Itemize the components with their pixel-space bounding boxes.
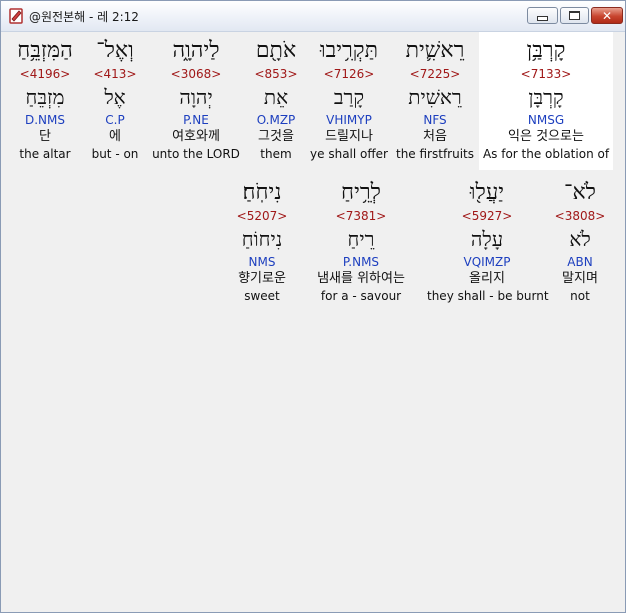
- korean-gloss: 그것을: [258, 129, 294, 144]
- english-gloss: for a - savour: [320, 289, 402, 303]
- app-window: @원전본해 - 레 2:12 ✕ קָרְבַּ֥ן <7133> קָרְבָ…: [0, 0, 626, 613]
- english-gloss: they shall - be burnt: [427, 289, 549, 303]
- strong-number[interactable]: <4196>: [7, 66, 83, 82]
- lexical-form: עָלָה: [470, 227, 504, 251]
- morphology-code[interactable]: C.P: [87, 112, 143, 128]
- hebrew-word: תַּקְרִ֥יבוּ: [320, 38, 378, 63]
- korean-gloss: 향기로운: [238, 271, 286, 286]
- strong-number[interactable]: <7126>: [309, 66, 389, 82]
- korean-gloss: 말지며: [562, 271, 598, 286]
- strong-number[interactable]: <3068>: [151, 66, 241, 82]
- english-gloss: unto the LORD: [152, 147, 240, 161]
- verse-row-2: לֹא־ <3808> לֹא ABN 말지며 not יַעֲל֖וּ <59…: [3, 174, 623, 314]
- hebrew-word: לֹא־: [564, 180, 596, 205]
- word-cell[interactable]: יַעֲל֖וּ <5927> עָלָה VQIMZP 올리지 they sh…: [427, 174, 549, 312]
- maximize-button[interactable]: [560, 7, 589, 24]
- strong-number[interactable]: <5927>: [427, 208, 547, 224]
- korean-gloss: 에: [109, 129, 121, 144]
- hebrew-word: לְרֵ֥יחַ: [341, 180, 381, 205]
- strong-number[interactable]: <853>: [247, 66, 305, 82]
- lexical-form: אֶל: [104, 85, 126, 109]
- strong-number[interactable]: <5207>: [227, 208, 297, 224]
- korean-gloss: 올리지: [469, 271, 505, 286]
- hebrew-word: אֹתָ֖ם: [255, 38, 297, 63]
- hebrew-word: הַמִּזְבֵּ֥חַ: [17, 38, 73, 63]
- morphology-code[interactable]: NFS: [395, 112, 475, 128]
- korean-gloss: 드릴지나: [325, 129, 373, 144]
- english-gloss: the altar: [19, 147, 71, 161]
- lexical-form: אֵת: [263, 85, 289, 109]
- korean-gloss: 여호와께: [172, 129, 220, 144]
- hebrew-word: לַיהוָ֑ה: [172, 38, 220, 63]
- strong-number[interactable]: <413>: [87, 66, 143, 82]
- lexical-form: נִיחוֹחַ: [241, 227, 283, 251]
- korean-gloss: 냄새를 위하여는: [317, 271, 405, 286]
- english-gloss: As for the oblation of: [482, 147, 610, 161]
- lexical-form: לֹא: [569, 227, 591, 251]
- morphology-code[interactable]: ABN: [549, 254, 611, 270]
- strong-number[interactable]: <7225>: [395, 66, 475, 82]
- hebrew-word: וְאֶל־: [96, 38, 134, 63]
- hebrew-word: רֵאשִׁ֛ית: [405, 38, 465, 63]
- strong-number[interactable]: <3808>: [549, 208, 611, 224]
- english-gloss: sweet: [244, 289, 280, 303]
- lexical-form: קָרְבָּן: [528, 85, 564, 109]
- close-icon: ✕: [601, 8, 613, 23]
- word-cell[interactable]: אֹתָ֖ם <853> אֵת O.MZP 그것을 them: [247, 32, 305, 170]
- english-gloss: the firstfruits: [395, 147, 474, 161]
- english-gloss: but - on: [91, 147, 139, 161]
- morphology-code[interactable]: NMS: [227, 254, 297, 270]
- window-title: @원전본해 - 레 2:12: [29, 10, 139, 24]
- hebrew-word: נִיחֹֽחַ׃: [242, 180, 282, 205]
- lexical-form: רֵיחַ: [347, 227, 375, 251]
- lexical-form: יְהוָה: [179, 85, 213, 109]
- lexical-form: קָרַב: [333, 85, 365, 109]
- english-gloss: not: [570, 289, 590, 303]
- interlinear-view: קָרְבַּ֥ן <7133> קָרְבָּן NMSG 익은 것으로는 A…: [3, 32, 623, 610]
- minimize-icon: [537, 15, 548, 21]
- english-gloss: ye shall offer: [310, 147, 388, 161]
- word-cell[interactable]: רֵאשִׁ֛ית <7225> רֵאשִׁית NFS 처음 the fir…: [395, 32, 475, 170]
- morphology-code[interactable]: P.NMS: [303, 254, 419, 270]
- verse-row-1: קָרְבַּ֥ן <7133> קָרְבָּן NMSG 익은 것으로는 A…: [3, 32, 623, 172]
- morphology-code[interactable]: VHIMYP: [309, 112, 389, 128]
- minimize-button[interactable]: [527, 7, 558, 24]
- hebrew-word: יַעֲל֖וּ: [469, 180, 505, 205]
- lexical-form: מִזְבֵּחַ: [25, 85, 65, 109]
- morphology-code[interactable]: NMSG: [479, 112, 613, 128]
- word-cell[interactable]: קָרְבַּ֥ן <7133> קָרְבָּן NMSG 익은 것으로는 A…: [479, 32, 613, 170]
- word-cell[interactable]: וְאֶל־ <413> אֶל C.P 에 but - on: [87, 32, 143, 170]
- morphology-code[interactable]: VQIMZP: [427, 254, 547, 270]
- korean-gloss: 처음: [423, 129, 447, 144]
- app-icon: [9, 8, 23, 24]
- english-gloss: them: [260, 147, 292, 161]
- word-cell[interactable]: לֹא־ <3808> לֹא ABN 말지며 not: [549, 174, 611, 312]
- strong-number[interactable]: <7133>: [479, 66, 613, 82]
- close-button[interactable]: ✕: [591, 7, 623, 24]
- hebrew-word: קָרְבַּ֥ן: [526, 38, 566, 63]
- korean-gloss: 단: [39, 129, 51, 144]
- title-bar[interactable]: @원전본해 - 레 2:12 ✕: [1, 1, 625, 32]
- word-cell[interactable]: לְרֵ֥יחַ <7381> רֵיחַ P.NMS 냄새를 위하여는 for…: [303, 174, 419, 312]
- strong-number[interactable]: <7381>: [303, 208, 419, 224]
- morphology-code[interactable]: P.NE: [151, 112, 241, 128]
- morphology-code[interactable]: D.NMS: [7, 112, 83, 128]
- word-cell[interactable]: לַיהוָ֑ה <3068> יְהוָה P.NE 여호와께 unto th…: [151, 32, 241, 170]
- word-cell[interactable]: נִיחֹֽחַ׃ <5207> נִיחוֹחַ NMS 향기로운 sweet: [227, 174, 297, 312]
- korean-gloss: 익은 것으로는: [508, 129, 584, 144]
- maximize-icon: [569, 11, 580, 20]
- lexical-form: רֵאשִׁית: [408, 85, 462, 109]
- word-cell[interactable]: תַּקְרִ֥יבוּ <7126> קָרַב VHIMYP 드릴지나 ye…: [309, 32, 389, 170]
- word-cell[interactable]: הַמִּזְבֵּ֥חַ <4196> מִזְבֵּחַ D.NMS 단 t…: [7, 32, 83, 170]
- morphology-code[interactable]: O.MZP: [247, 112, 305, 128]
